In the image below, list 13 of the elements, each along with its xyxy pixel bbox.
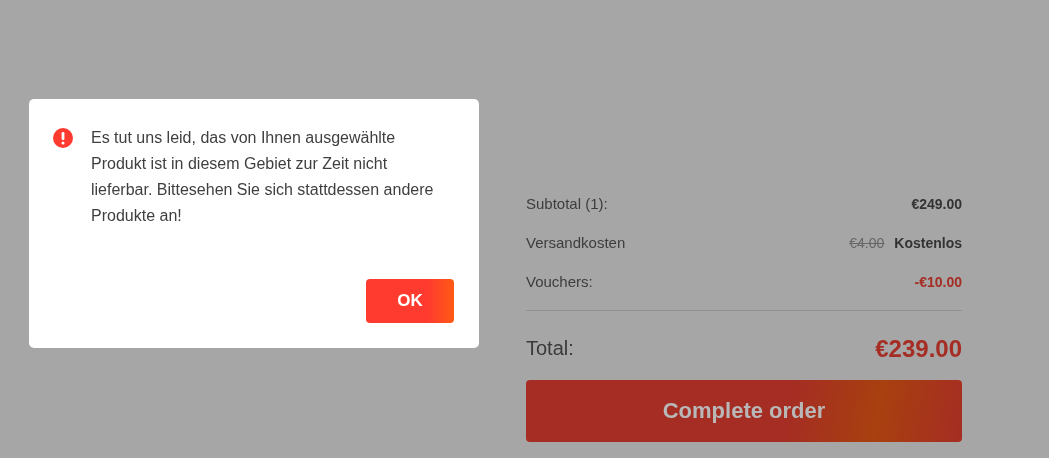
alert-icon bbox=[53, 128, 73, 148]
summary-label: Versandkosten bbox=[526, 234, 626, 251]
dialog-message: Es tut uns leid, das von Ihnen ausgewählte Produkt ist in diesem Gebiet zur Zeit nicht lieferbar. Bittesehen Sie sich stattdessen andere Produkte an! bbox=[91, 128, 435, 226]
summary-value: Kostenlos bbox=[894, 234, 962, 251]
original-price: €4.00 bbox=[849, 234, 885, 251]
summary-value: -€10.00 bbox=[914, 273, 962, 290]
total-value: €239.00 bbox=[875, 334, 962, 363]
complete-order-button[interactable]: Complete order bbox=[526, 380, 962, 442]
ok-button[interactable]: OK bbox=[366, 279, 454, 323]
summary-label: Subtotal (1): bbox=[526, 195, 608, 212]
summary-value: €249.00 bbox=[911, 195, 962, 212]
total-label: Total: bbox=[526, 337, 574, 360]
summary-label: Vouchers: bbox=[526, 273, 593, 290]
